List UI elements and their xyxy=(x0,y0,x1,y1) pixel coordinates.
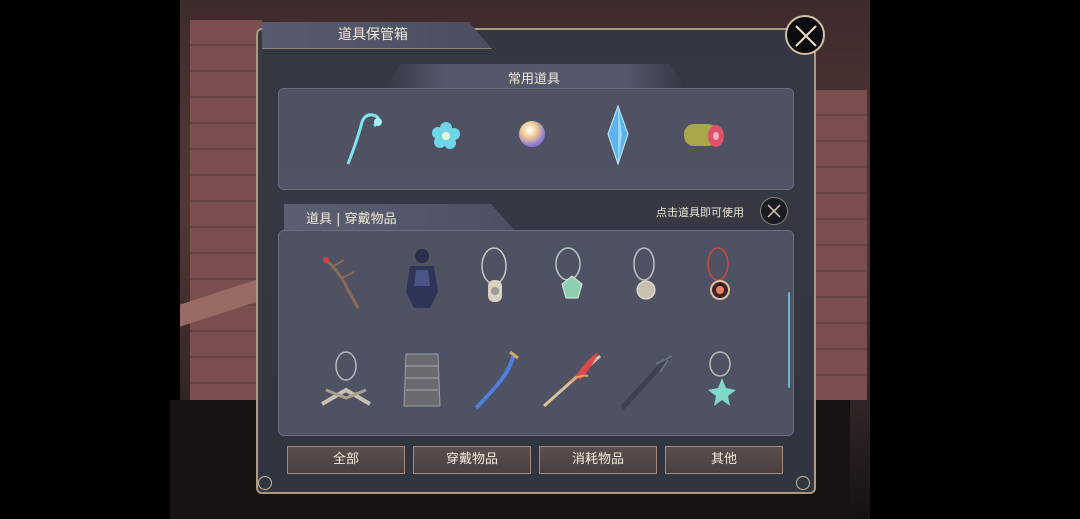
flower-icon xyxy=(432,122,460,149)
dark-armor-set-icon xyxy=(406,249,438,308)
red-pendant-icon xyxy=(707,247,730,300)
orb-item[interactable] xyxy=(504,108,560,168)
meat-icon xyxy=(684,124,724,147)
item-slot[interactable] xyxy=(698,350,754,410)
page-title: 道具保管箱 xyxy=(338,27,408,43)
crossed-blades-pendant-icon xyxy=(320,351,372,406)
staff-icon xyxy=(346,113,382,165)
background-wall-right xyxy=(815,90,867,400)
silver-pendant-icon xyxy=(481,247,507,302)
close-icon xyxy=(795,25,817,47)
breastplate-icon xyxy=(403,353,441,407)
use-hint-text: 点击道具即可使用 xyxy=(656,206,744,219)
close-button[interactable] xyxy=(785,15,825,55)
green-gem-pendant-icon xyxy=(555,247,583,299)
item-slot[interactable] xyxy=(470,350,526,410)
common-items-title: 常用道具 xyxy=(508,72,561,87)
background-wall-left xyxy=(190,20,262,400)
item-slot[interactable] xyxy=(698,246,754,306)
filter-all-button[interactable]: 全部 xyxy=(287,446,405,474)
filter-other-button[interactable]: 其他 xyxy=(665,446,783,474)
close-icon xyxy=(767,204,781,218)
item-slot[interactable] xyxy=(540,346,601,408)
flame-spear-icon xyxy=(543,352,601,408)
item-slot[interactable] xyxy=(394,246,450,308)
filter-consumables-button[interactable]: 消耗物品 xyxy=(539,446,657,474)
flower-item[interactable] xyxy=(420,108,476,168)
panel-corner-ornament xyxy=(796,476,810,490)
curved-sword-icon xyxy=(474,350,519,410)
round-pendant-icon xyxy=(633,247,656,300)
item-slot[interactable] xyxy=(394,350,450,410)
branch-staff-icon xyxy=(323,256,360,309)
staff-item[interactable] xyxy=(336,108,392,168)
item-slot[interactable] xyxy=(616,350,673,410)
item-slot[interactable] xyxy=(622,246,678,306)
panel-corner-ornament xyxy=(258,476,272,490)
item-slot[interactable] xyxy=(546,246,602,306)
orb-icon xyxy=(519,121,545,147)
hint-close-button[interactable] xyxy=(760,197,788,225)
spiked-pendant-icon xyxy=(708,351,736,406)
meat-item[interactable] xyxy=(676,108,732,168)
crystal-item[interactable] xyxy=(590,104,646,166)
items-section-title: 道具 | 穿戴物品 xyxy=(306,212,397,227)
items-scrollbar[interactable] xyxy=(788,292,790,388)
item-slot[interactable] xyxy=(318,350,374,410)
filter-wearables-button[interactable]: 穿戴物品 xyxy=(413,446,531,474)
item-slot[interactable] xyxy=(314,250,370,310)
dark-sword-icon xyxy=(620,355,673,410)
item-slot[interactable] xyxy=(470,246,526,306)
crystal-icon xyxy=(607,104,629,166)
